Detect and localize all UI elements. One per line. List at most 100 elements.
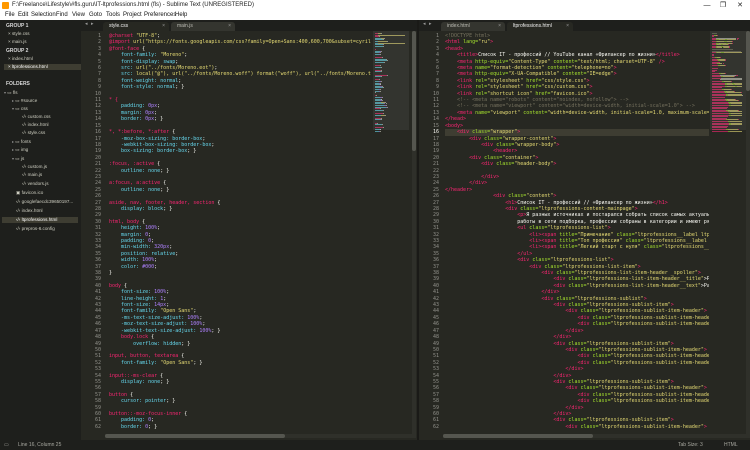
left-editor-pane[interactable]: 1 2 3 4 5 6 7 8 9 10 11 12 13 14 15 16 17 18 19 20 21 22 23 24 2… bbox=[81, 31, 417, 438]
menu-tools[interactable]: Tools bbox=[106, 11, 120, 20]
menu-file[interactable]: File bbox=[5, 11, 15, 20]
minimap-viewport[interactable] bbox=[373, 31, 409, 131]
scroll-thumb[interactable] bbox=[105, 434, 285, 438]
open-file-main-js[interactable]: × main.js bbox=[8, 39, 27, 45]
menu-find[interactable]: Find bbox=[56, 11, 68, 20]
scroll-thumb[interactable] bbox=[746, 31, 750, 91]
open-file-ltprofessions-html[interactable]: × ltprofessions.html bbox=[4, 64, 82, 70]
tab-style-css[interactable]: style.css × bbox=[103, 22, 169, 31]
file-custom-js[interactable]: ‹/› custom.js bbox=[22, 164, 47, 170]
status-bar: ▭ Line 16, Column 25 Tab Size: 3 HTML bbox=[0, 440, 750, 450]
menu-preferences[interactable]: Preferences bbox=[144, 11, 176, 20]
open-file-index-html[interactable]: × index.html bbox=[8, 56, 33, 62]
left-code-text[interactable]: @charset "UTF-8"; @import url("https://fo… bbox=[109, 33, 371, 430]
tab-size-setting[interactable]: Tab Size: 3 bbox=[678, 440, 703, 450]
left-horizontal-scrollbar[interactable] bbox=[105, 434, 412, 438]
code-token: ; } bbox=[160, 167, 170, 174]
right-code-text[interactable]: <!DOCTYPE html> <html lang="ru" > <head> <t… bbox=[445, 33, 709, 430]
code-token: "ltprofessions-list" bbox=[547, 225, 608, 232]
syntax-setting[interactable]: HTML bbox=[724, 440, 738, 450]
code-token: ; bbox=[214, 65, 218, 72]
code-token: font-size: bbox=[109, 289, 155, 296]
tab-next-arrow-icon[interactable]: ▸ bbox=[429, 21, 432, 27]
tab-ltprofessions-html[interactable]: ltprofessions.html × bbox=[507, 22, 573, 31]
right-vertical-scrollbar[interactable] bbox=[746, 31, 750, 438]
menu-help[interactable]: Help bbox=[175, 11, 187, 20]
menu-selection[interactable]: Selection bbox=[31, 11, 56, 20]
code-token: "ltprofessions-list-item" bbox=[562, 263, 638, 270]
code-token: > bbox=[589, 90, 593, 97]
right-editor-pane[interactable]: 1 2 3 4 5 6 7 8 9 10 11 12 13 14 15 16 17 18 19 20 21 22 23 24 2… bbox=[419, 31, 750, 438]
folder-fls[interactable]: ▾ ▭ fls bbox=[4, 90, 18, 96]
minimap-viewport[interactable] bbox=[710, 31, 746, 131]
scroll-thumb[interactable] bbox=[443, 434, 593, 438]
menu-edit[interactable]: Edit bbox=[18, 11, 28, 20]
folder-source[interactable]: ▸ ▭ #source bbox=[12, 98, 37, 104]
code-token: font-family: bbox=[109, 52, 161, 59]
close-button[interactable]: ✕ bbox=[733, 0, 747, 11]
code-token: <div bbox=[445, 398, 593, 405]
file-index-html-css[interactable]: ‹/› index.html bbox=[22, 122, 49, 128]
menu-goto[interactable]: Goto bbox=[89, 11, 102, 20]
open-file-label: index.html bbox=[11, 56, 33, 61]
folder-fonts[interactable]: ▸ ▭ fonts bbox=[12, 139, 31, 145]
tab-close-icon[interactable]: × bbox=[228, 22, 231, 31]
open-file-style-css[interactable]: × style.css bbox=[8, 31, 30, 37]
code-token: http-equiv= bbox=[475, 71, 509, 78]
menu-project[interactable]: Project bbox=[123, 11, 142, 20]
code-token: <link bbox=[445, 77, 476, 84]
code-token: normal bbox=[157, 84, 176, 91]
tab-close-icon[interactable]: × bbox=[566, 22, 569, 31]
tab-close-icon[interactable]: × bbox=[162, 22, 165, 31]
file-ltprofessions-html[interactable]: ‹/› ltprofessions.html bbox=[2, 217, 78, 223]
window-title: F:\Freelance\Lifestyle\#fls.guru\IT-ltpr… bbox=[12, 2, 254, 8]
maximize-button[interactable]: ❐ bbox=[716, 0, 730, 11]
code-token: class= bbox=[616, 231, 635, 238]
folder-js[interactable]: ▾ ▭ js bbox=[12, 156, 24, 162]
code-token: <meta bbox=[445, 109, 476, 116]
file-vendors-js[interactable]: ‹/› vendors.js bbox=[22, 181, 49, 187]
code-token: class= bbox=[496, 141, 515, 148]
file-index-html[interactable]: ‹/› index.html bbox=[16, 208, 43, 214]
code-token: class= bbox=[484, 154, 503, 161]
scroll-thumb[interactable] bbox=[412, 31, 416, 151]
code-token: font-size: bbox=[109, 302, 155, 309]
chevron-right-icon: ▸ bbox=[12, 147, 15, 152]
tab-main-js[interactable]: main.js × bbox=[171, 22, 235, 31]
code-token: "ltprofessions-sublist-item" bbox=[586, 302, 671, 309]
code-token: <meta bbox=[445, 71, 476, 78]
file-style-css[interactable]: ‹/› style.css bbox=[22, 130, 45, 136]
tab-next-arrow-icon[interactable]: ▸ bbox=[91, 21, 94, 27]
code-token: { bbox=[178, 353, 185, 360]
left-minimap[interactable] bbox=[373, 31, 409, 438]
right-horizontal-scrollbar[interactable] bbox=[443, 434, 746, 438]
tab-index-html[interactable]: index.html × bbox=[441, 22, 505, 31]
code-token: } bbox=[109, 270, 113, 277]
folder-img[interactable]: ▸ ▭ img bbox=[12, 147, 28, 153]
code-token: "shortcut icon" bbox=[487, 90, 536, 97]
file-favicon[interactable]: ▣ favicon.ico bbox=[16, 190, 43, 196]
folder-css[interactable]: ▾ ▭ css bbox=[12, 106, 28, 112]
file-main-js[interactable]: ‹/› main.js bbox=[22, 172, 42, 178]
status-panel-icon[interactable]: ▭ bbox=[4, 440, 9, 450]
tab-prev-arrow-icon[interactable]: ◂ bbox=[423, 21, 426, 27]
menu-view[interactable]: View bbox=[72, 11, 85, 20]
code-token: @charset bbox=[109, 33, 137, 39]
tab-prev-arrow-icon[interactable]: ◂ bbox=[85, 21, 88, 27]
tab-close-icon[interactable]: × bbox=[498, 22, 501, 31]
right-minimap[interactable] bbox=[710, 31, 746, 438]
left-tab-bar: ◂ ▸ style.css × main.js × bbox=[81, 20, 417, 31]
code-token: 14px bbox=[154, 302, 167, 309]
code-token: min-width: bbox=[109, 244, 155, 251]
code-token: </div> bbox=[445, 180, 488, 187]
file-prepros-config[interactable]: ‹/› prepros-6.config bbox=[16, 226, 55, 232]
line-numbers: 1 2 3 4 5 6 7 8 9 10 11 12 13 14 15 16 17 18 19 20 21 22 23 24 2… bbox=[419, 33, 439, 430]
minimize-button[interactable]: — bbox=[700, 0, 714, 11]
file-icon: ‹/› bbox=[22, 172, 27, 177]
code-token: "favicon.ico" bbox=[550, 90, 590, 97]
left-vertical-scrollbar[interactable] bbox=[412, 31, 416, 438]
file-google-verification[interactable]: ‹/› googlefaecdc39650197... bbox=[16, 199, 73, 205]
file-custom-css[interactable]: ‹/› custom.css bbox=[22, 114, 51, 120]
code-token: "Примечание" bbox=[577, 231, 617, 238]
code-token: > bbox=[589, 84, 593, 91]
